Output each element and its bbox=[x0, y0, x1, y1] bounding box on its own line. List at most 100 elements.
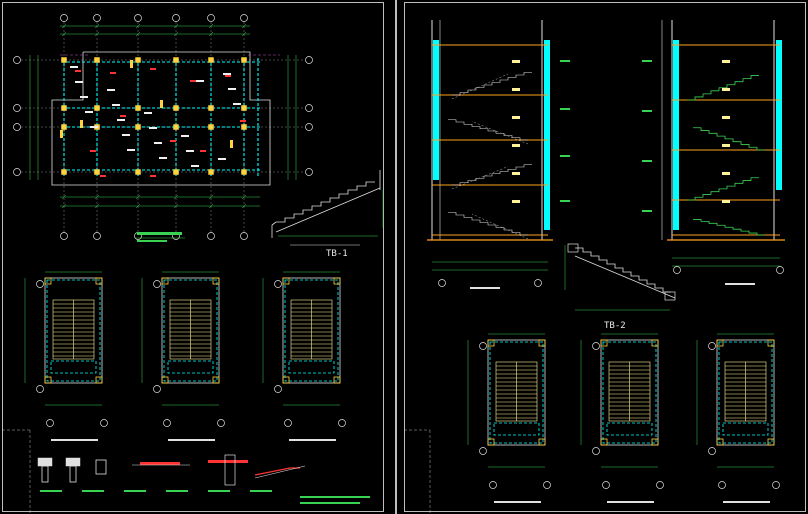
text-block bbox=[181, 135, 189, 137]
axis-bubble-l1 bbox=[36, 385, 44, 393]
axis-bubble-top bbox=[93, 14, 101, 22]
column bbox=[173, 57, 179, 63]
rebar-tag bbox=[75, 70, 81, 72]
rebar-tag bbox=[225, 75, 231, 77]
rebar-tag bbox=[170, 140, 176, 142]
level-mark bbox=[642, 60, 652, 62]
column-l1 bbox=[44, 277, 52, 285]
column-l2 bbox=[212, 277, 220, 285]
landing-beam-l1 bbox=[50, 360, 97, 374]
stair-flight-section bbox=[693, 219, 765, 236]
label-block bbox=[722, 144, 730, 147]
stair-slab-soffit bbox=[574, 255, 676, 299]
column-r1 bbox=[487, 438, 495, 446]
note-block bbox=[300, 496, 370, 498]
section-wall-fill bbox=[544, 40, 550, 230]
beam-detail bbox=[65, 457, 81, 467]
plan-caption-block bbox=[168, 439, 215, 441]
column-l1 bbox=[95, 376, 103, 384]
axis-bubble-r2 bbox=[602, 481, 610, 489]
cad-drawing bbox=[2, 14, 785, 514]
axis-bubble-l2 bbox=[153, 280, 161, 288]
caption-text-block bbox=[137, 240, 167, 242]
rebar-tag bbox=[240, 120, 246, 122]
axis-bubble-right bbox=[305, 123, 313, 131]
axis-bubble-section bbox=[438, 279, 446, 287]
detail-caption-block bbox=[124, 490, 146, 492]
plan-caption-block bbox=[289, 439, 336, 441]
column-r3 bbox=[716, 339, 724, 347]
axis-bubble-section bbox=[776, 266, 784, 274]
rebar-tag bbox=[150, 175, 156, 177]
rebar-tag bbox=[120, 115, 126, 117]
section-caption-block bbox=[470, 287, 500, 289]
column-r1 bbox=[538, 339, 546, 347]
level-mark bbox=[642, 110, 652, 112]
beam-detail bbox=[41, 465, 49, 483]
text-block bbox=[90, 126, 98, 128]
axis-bubble-r3 bbox=[772, 481, 780, 489]
axis-bubble-r1 bbox=[489, 481, 497, 489]
axis-bubble-l1 bbox=[100, 419, 108, 427]
text-block bbox=[144, 112, 152, 114]
landing-beam-r3 bbox=[722, 422, 769, 436]
column bbox=[61, 105, 67, 111]
text-block bbox=[186, 150, 194, 152]
column-r3 bbox=[767, 339, 775, 347]
cad-canvas[interactable]: TB-1 TB-2 bbox=[0, 0, 808, 514]
rebar-tag bbox=[200, 150, 206, 152]
stair-step-profile bbox=[575, 247, 671, 293]
column-l2 bbox=[212, 376, 220, 384]
rebar-tag bbox=[150, 68, 156, 70]
label-block bbox=[722, 116, 730, 119]
section-wall-fill bbox=[673, 40, 679, 230]
column bbox=[135, 124, 141, 130]
axis-bubble-r2 bbox=[656, 481, 664, 489]
axis-bubble-l3 bbox=[274, 280, 282, 288]
text-block bbox=[117, 119, 125, 121]
label-block bbox=[722, 60, 730, 63]
text-block bbox=[159, 157, 167, 159]
column-r2 bbox=[651, 339, 659, 347]
column-l1 bbox=[44, 376, 52, 384]
axis-bubble-right bbox=[305, 168, 313, 176]
rebar-tag bbox=[90, 150, 96, 152]
column bbox=[241, 57, 247, 63]
column bbox=[61, 124, 67, 130]
beam-detail bbox=[69, 465, 77, 483]
slab-detail bbox=[254, 465, 306, 479]
axis-bubble-top bbox=[172, 14, 180, 22]
column-r3 bbox=[716, 438, 724, 446]
plan-caption-block bbox=[607, 501, 654, 503]
axis-bubble-left bbox=[13, 123, 21, 131]
text-block bbox=[75, 81, 83, 83]
axis-bubble-r3 bbox=[718, 481, 726, 489]
stair-soffit bbox=[451, 166, 509, 190]
text-block bbox=[196, 80, 204, 82]
label-block bbox=[722, 88, 730, 91]
rebar-tag bbox=[190, 80, 196, 82]
column bbox=[208, 105, 214, 111]
text-block bbox=[85, 111, 93, 113]
axis-bubble-left bbox=[13, 168, 21, 176]
annotation-tag bbox=[80, 120, 83, 128]
landing-beam-r2 bbox=[606, 422, 653, 436]
column-r2 bbox=[651, 438, 659, 446]
axis-bubble-r3 bbox=[708, 342, 716, 350]
text-block bbox=[191, 165, 199, 167]
column bbox=[135, 169, 141, 175]
column bbox=[241, 169, 247, 175]
axis-bubble-bottom bbox=[60, 232, 68, 240]
column-l1 bbox=[95, 277, 103, 285]
column-r2 bbox=[600, 339, 608, 347]
column bbox=[173, 169, 179, 175]
label-block bbox=[512, 60, 520, 63]
plan-caption-block bbox=[723, 501, 770, 503]
stair-flight-section bbox=[687, 75, 759, 101]
stair-section-label-tb1: TB-1 bbox=[326, 249, 348, 259]
building-outline bbox=[51, 51, 271, 186]
axis-bubble-section bbox=[673, 266, 681, 274]
text-block bbox=[218, 158, 226, 160]
axis-bubble-l2 bbox=[217, 419, 225, 427]
stair-slab-soffit bbox=[275, 187, 381, 233]
